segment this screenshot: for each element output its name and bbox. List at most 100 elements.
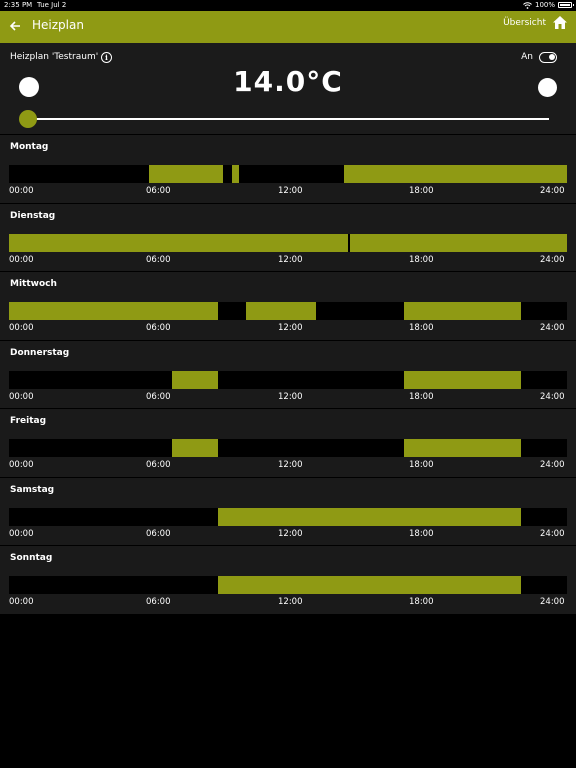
schedule-bar[interactable] (9, 233, 567, 252)
heating-period[interactable] (404, 439, 521, 457)
time-tick-label: 06:00 (146, 460, 171, 470)
heating-period[interactable] (404, 370, 521, 389)
nav-bar: Heizplan Übersicht (0, 11, 576, 43)
status-bar: 2:35 PM Tue Jul 2 100% (0, 0, 576, 11)
time-tick-label: 06:00 (146, 254, 171, 265)
time-axis: 00:00 06:00 12:00 18:00 24:00 (0, 255, 576, 266)
time-tick-label: 12:00 (278, 323, 303, 333)
plan-toggle[interactable] (539, 52, 557, 63)
time-tick-label: 00:00 (9, 186, 34, 196)
heating-period[interactable] (218, 507, 521, 526)
time-tick-label: 12:00 (278, 528, 303, 539)
time-tick-label: 00:00 (9, 460, 34, 470)
time-axis: 00:00 06:00 12:00 18:00 24:00 (0, 597, 576, 608)
day-row-freitag[interactable]: Freitag 00:00 06:00 12:00 18:00 24:00 (0, 409, 576, 478)
time-tick-label: 12:00 (278, 460, 303, 470)
schedule-bar[interactable] (9, 507, 567, 526)
heating-period[interactable] (9, 302, 219, 320)
time-axis: 00:00 06:00 12:00 18:00 24:00 (0, 529, 576, 540)
day-row-montag[interactable]: Montag 00:00 06:00 12:00 18:00 24:00 (0, 135, 576, 204)
day-name: Donnerstag (10, 347, 70, 358)
decrease-temperature-button[interactable] (19, 77, 39, 97)
day-row-sonntag[interactable]: Sonntag 00:00 06:00 12:00 18:00 24:00 (0, 546, 576, 615)
schedule-bar[interactable] (9, 302, 567, 320)
time-tick-label: 24:00 (540, 323, 565, 333)
status-right: 100% (523, 1, 574, 9)
time-tick-label: 18:00 (409, 460, 434, 470)
day-row-dienstag[interactable]: Dienstag 00:00 06:00 12:00 18:00 24:00 (0, 203, 576, 272)
heating-period[interactable] (232, 165, 240, 183)
time-tick-label: 06:00 (146, 391, 171, 402)
time-tick-label: 18:00 (409, 323, 434, 333)
time-tick-label: 18:00 (409, 391, 434, 402)
time-tick-label: 24:00 (540, 528, 565, 539)
back-arrow-icon[interactable] (8, 17, 26, 35)
time-axis: 00:00 06:00 12:00 18:00 24:00 (0, 392, 576, 403)
time-tick-label: 00:00 (9, 528, 34, 539)
temperature-display: 14.0°C (233, 65, 343, 98)
day-row-donnerstag[interactable]: Donnerstag 00:00 06:00 12:00 18:00 24:00 (0, 340, 576, 409)
schedule-bar[interactable] (9, 165, 567, 183)
time-tick-label: 18:00 (409, 597, 434, 607)
time-tick-label: 12:00 (278, 254, 303, 265)
day-name: Freitag (10, 416, 47, 426)
heating-period[interactable] (171, 439, 219, 457)
time-axis: 00:00 06:00 12:00 18:00 24:00 (0, 186, 576, 197)
time-tick-label: 18:00 (409, 186, 434, 196)
time-tick-label: 00:00 (9, 323, 34, 333)
wifi-icon (523, 1, 532, 9)
page-title: Heizplan (32, 18, 84, 32)
increase-temperature-button[interactable] (538, 78, 557, 97)
time-tick-label: 24:00 (540, 186, 565, 196)
schedule-bar[interactable] (9, 439, 567, 457)
time-tick-label: 18:00 (409, 254, 434, 265)
heating-period[interactable] (246, 302, 316, 320)
time-tick-label: 06:00 (146, 597, 171, 607)
time-tick-label: 24:00 (540, 391, 565, 402)
day-name: Dienstag (10, 210, 56, 221)
heating-period[interactable] (148, 165, 223, 183)
overview-label[interactable]: Übersicht (503, 18, 546, 28)
time-tick-label: 06:00 (146, 528, 171, 539)
battery-icon (558, 2, 574, 8)
heating-period[interactable] (171, 370, 219, 389)
toggle-label: An (521, 52, 533, 62)
time-tick-label: 12:00 (278, 597, 303, 607)
battery-percent: 100% (534, 1, 555, 9)
time-tick-label: 06:00 (146, 186, 171, 196)
plan-label: Heizplan 'Testraum' (10, 52, 99, 62)
home-icon[interactable] (552, 15, 568, 30)
heating-period[interactable] (9, 233, 349, 252)
heating-period[interactable] (349, 233, 567, 252)
day-row-mittwoch[interactable]: Mittwoch 00:00 06:00 12:00 18:00 24:00 (0, 272, 576, 341)
time-tick-label: 24:00 (540, 254, 565, 265)
time-tick-label: 00:00 (9, 391, 34, 402)
day-name: Montag (10, 142, 49, 152)
schedule-bar[interactable] (9, 370, 567, 389)
temperature-slider-knob[interactable] (19, 110, 37, 128)
status-time: 2:35 PM (4, 1, 33, 9)
day-name: Mittwoch (10, 279, 57, 289)
heating-period[interactable] (343, 165, 567, 183)
time-tick-label: 24:00 (540, 597, 565, 607)
heating-period[interactable] (404, 302, 521, 320)
temperature-slider-track[interactable] (28, 118, 549, 120)
heating-plan-header: Heizplan 'Testraum' i An 14.0°C (0, 43, 576, 134)
heating-period[interactable] (218, 576, 521, 594)
status-date: Tue Jul 2 (37, 1, 67, 9)
time-axis: 00:00 06:00 12:00 18:00 24:00 (0, 323, 576, 334)
overview-button[interactable]: Übersicht (503, 15, 568, 30)
time-tick-label: 06:00 (146, 323, 171, 333)
time-tick-label: 24:00 (540, 460, 565, 470)
schedule-bar[interactable] (9, 576, 567, 594)
time-tick-label: 00:00 (9, 597, 34, 607)
time-tick-label: 12:00 (278, 391, 303, 402)
weekly-schedule: Montag 00:00 06:00 12:00 18:00 24:00 Dienstag 0… (0, 135, 576, 615)
time-tick-label: 00:00 (9, 254, 34, 265)
day-row-samstag[interactable]: Samstag 00:00 06:00 12:00 18:00 24:00 (0, 477, 576, 546)
info-icon[interactable]: i (101, 52, 112, 63)
day-name: Samstag (10, 484, 55, 495)
time-tick-label: 12:00 (278, 186, 303, 196)
toggle-knob (549, 54, 555, 60)
time-axis: 00:00 06:00 12:00 18:00 24:00 (0, 460, 576, 471)
